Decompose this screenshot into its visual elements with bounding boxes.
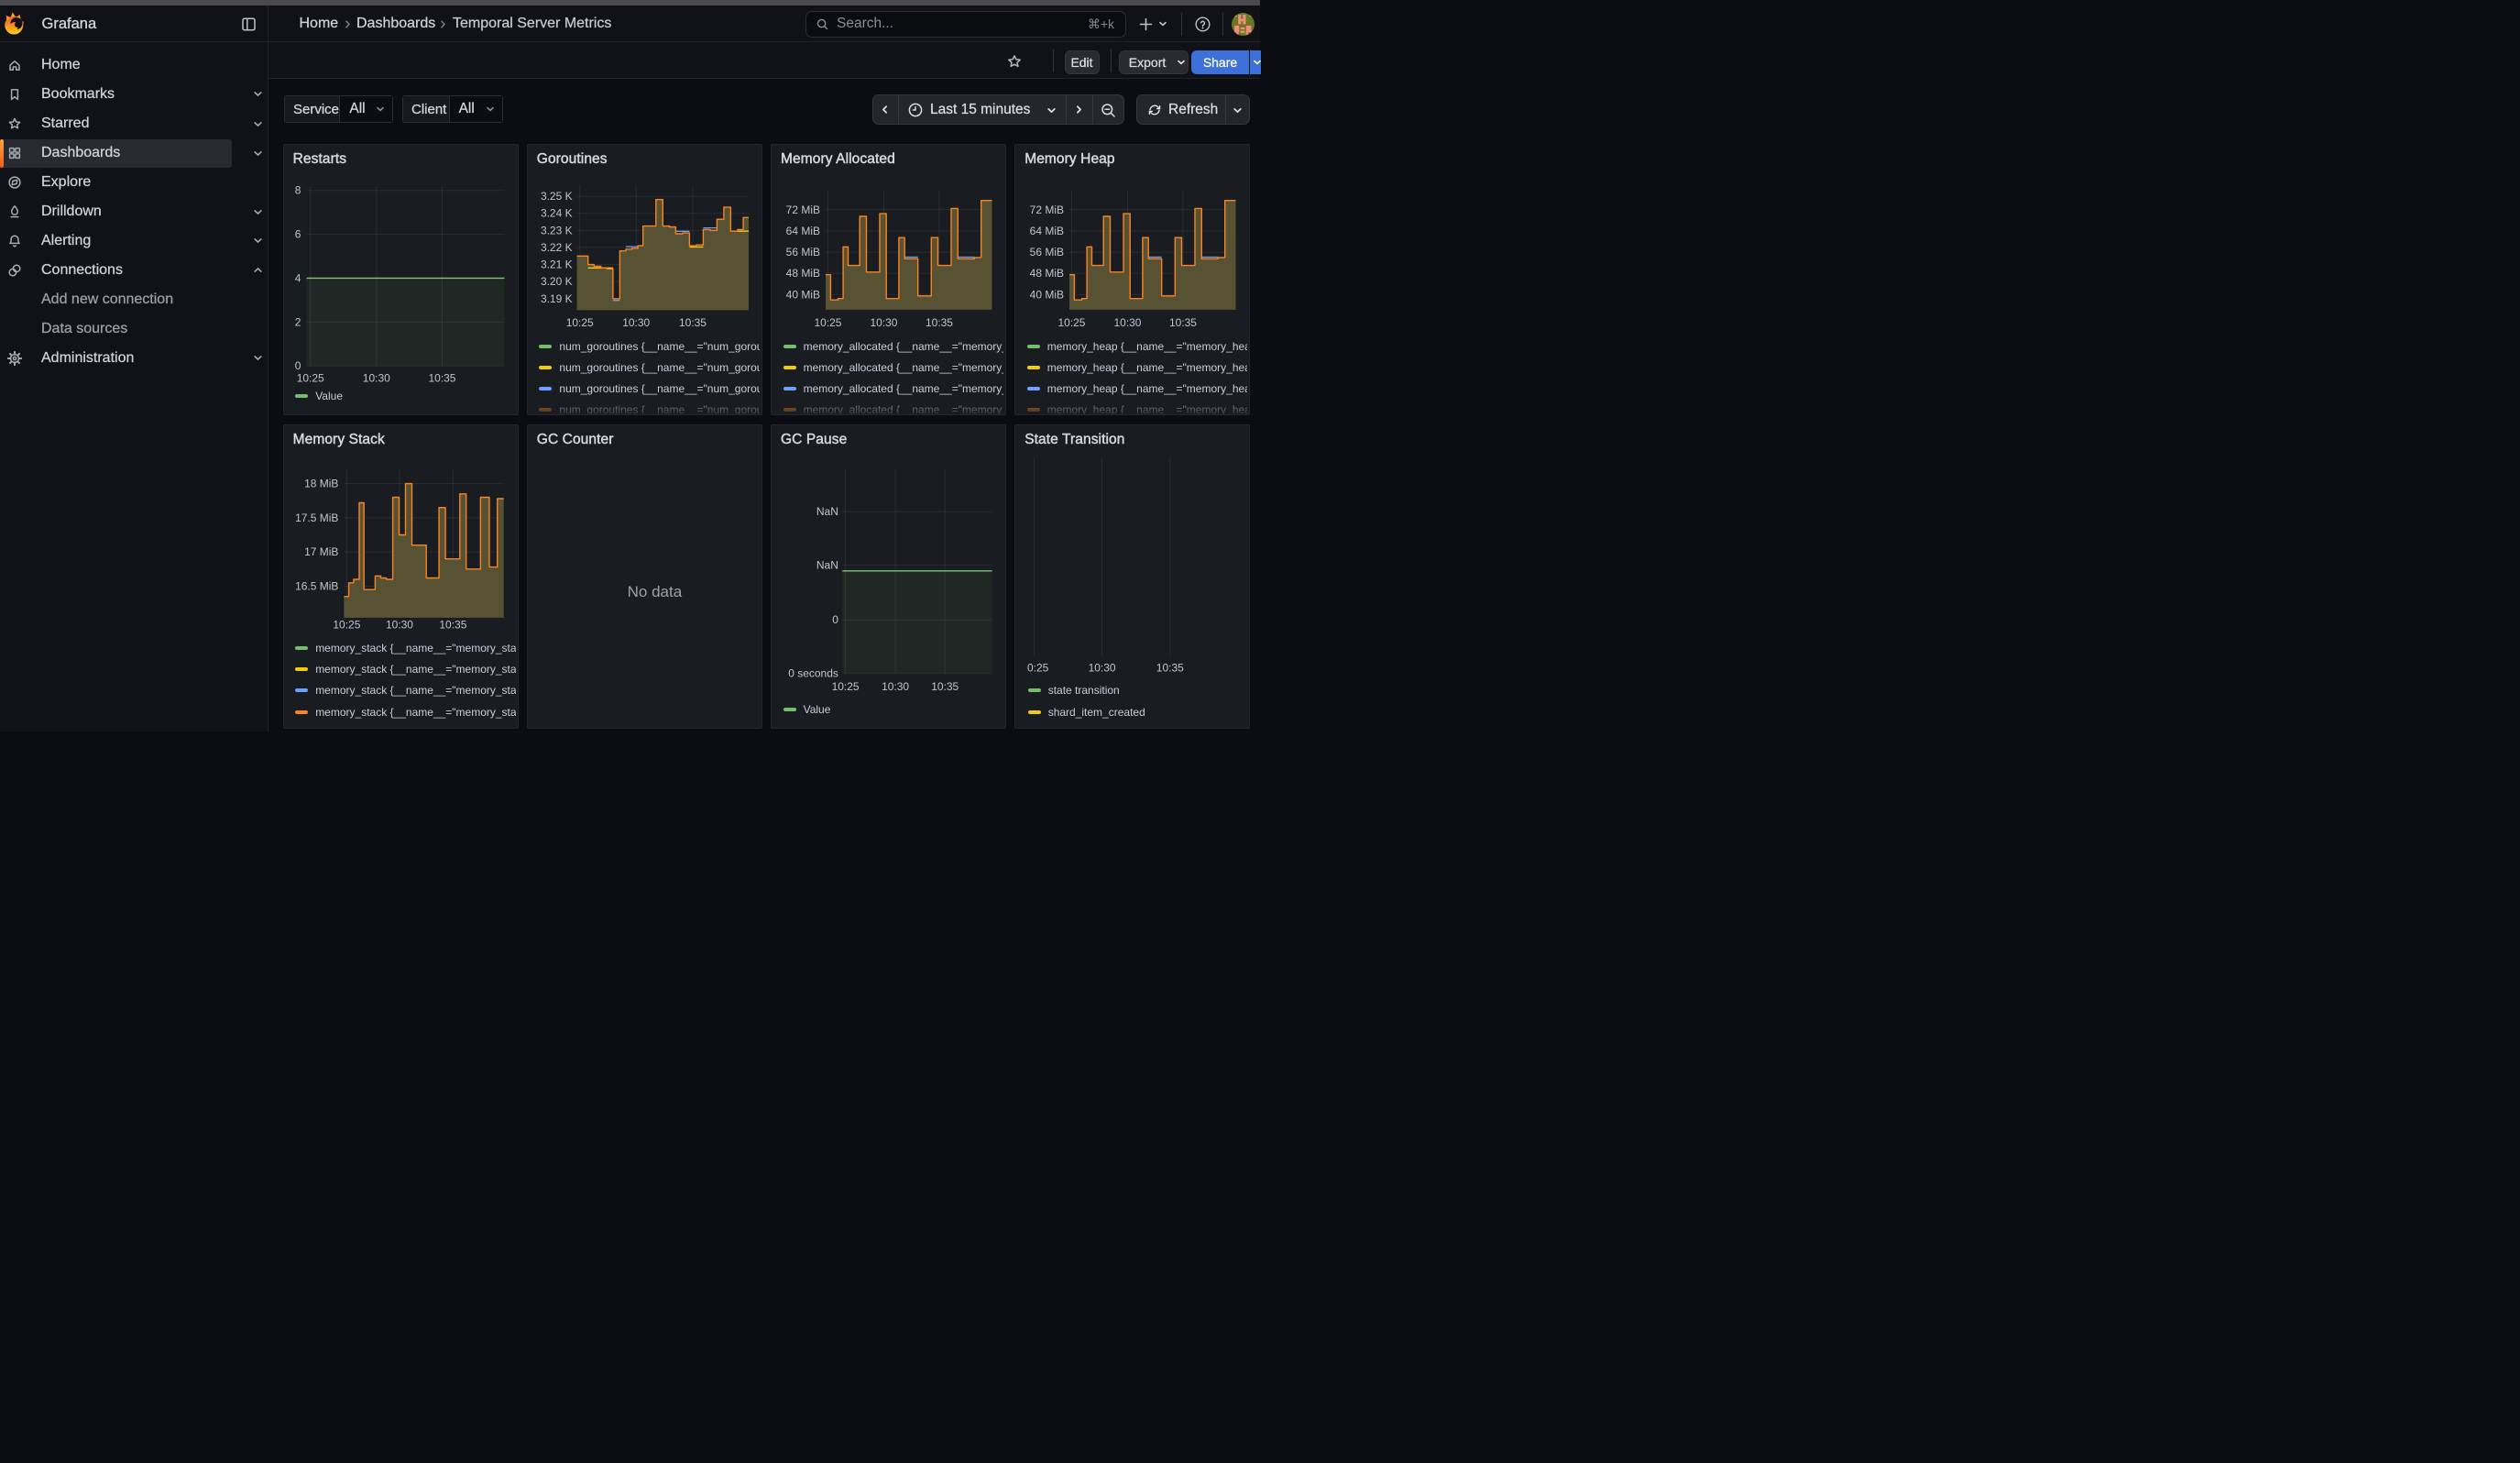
- svg-text:10:25: 10:25: [565, 316, 593, 329]
- svg-text:0: 0: [294, 359, 301, 372]
- svg-text:18 MiB: 18 MiB: [304, 477, 338, 490]
- svg-text:0 seconds: 0 seconds: [788, 666, 838, 679]
- svg-text:NaN: NaN: [816, 505, 838, 518]
- svg-text:10:30: 10:30: [1114, 316, 1142, 329]
- svg-text:40 MiB: 40 MiB: [1030, 289, 1064, 302]
- svg-text:10:30: 10:30: [386, 618, 413, 631]
- svg-text:3.22 K: 3.22 K: [541, 241, 573, 254]
- svg-text:3.23 K: 3.23 K: [541, 224, 573, 236]
- svg-text:10:25: 10:25: [296, 371, 323, 384]
- svg-text:10:30: 10:30: [622, 316, 650, 329]
- svg-text:10:30: 10:30: [870, 316, 897, 329]
- svg-text:48 MiB: 48 MiB: [786, 267, 820, 280]
- svg-text:56 MiB: 56 MiB: [786, 246, 820, 258]
- svg-text:10:25: 10:25: [814, 316, 841, 329]
- svg-text:10:35: 10:35: [931, 679, 959, 692]
- svg-text:10:25: 10:25: [1058, 316, 1086, 329]
- svg-text:72 MiB: 72 MiB: [1030, 204, 1064, 216]
- svg-text:10:30: 10:30: [1089, 661, 1116, 674]
- svg-text:10:35: 10:35: [1156, 661, 1184, 674]
- svg-text:10:35: 10:35: [428, 371, 455, 384]
- svg-text:6: 6: [294, 228, 301, 241]
- svg-text:NaN: NaN: [816, 558, 838, 571]
- svg-text:10:35: 10:35: [439, 618, 466, 631]
- svg-text:10:30: 10:30: [882, 679, 909, 692]
- svg-text:3.21 K: 3.21 K: [541, 258, 573, 271]
- svg-text:10:25: 10:25: [832, 679, 860, 692]
- svg-text:64 MiB: 64 MiB: [1030, 225, 1064, 237]
- svg-text:3.19 K: 3.19 K: [541, 292, 573, 305]
- svg-text:10:35: 10:35: [1169, 316, 1197, 329]
- svg-text:10:35: 10:35: [679, 316, 707, 329]
- svg-text:16.5 MiB: 16.5 MiB: [295, 579, 338, 592]
- svg-text:48 MiB: 48 MiB: [1030, 267, 1064, 280]
- svg-text:2: 2: [294, 315, 301, 328]
- svg-text:3.25 K: 3.25 K: [541, 190, 573, 203]
- svg-text:3.20 K: 3.20 K: [541, 275, 573, 288]
- svg-text:10:35: 10:35: [926, 316, 953, 329]
- svg-text:64 MiB: 64 MiB: [786, 225, 820, 237]
- svg-text:10:30: 10:30: [362, 371, 389, 384]
- svg-text:10:25: 10:25: [333, 618, 360, 631]
- svg-text:8: 8: [294, 184, 301, 197]
- svg-text:17.5 MiB: 17.5 MiB: [295, 511, 338, 523]
- svg-text:17 MiB: 17 MiB: [304, 545, 338, 558]
- svg-text:40 MiB: 40 MiB: [786, 289, 820, 302]
- svg-text:72 MiB: 72 MiB: [786, 204, 820, 216]
- svg-text:0:25: 0:25: [1027, 661, 1049, 674]
- svg-text:56 MiB: 56 MiB: [1030, 246, 1064, 258]
- svg-text:4: 4: [294, 272, 301, 285]
- svg-text:3.24 K: 3.24 K: [541, 207, 573, 220]
- svg-text:0: 0: [832, 613, 838, 626]
